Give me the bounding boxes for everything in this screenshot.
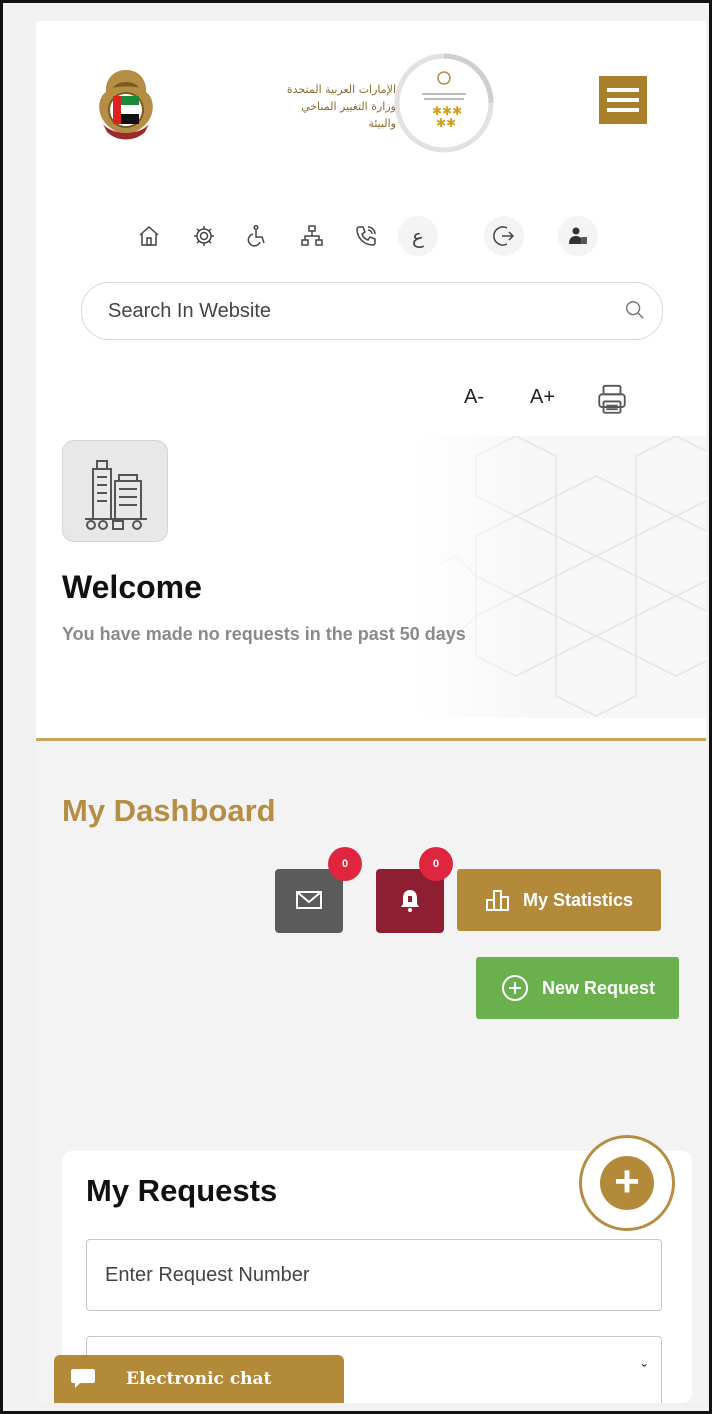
- uae-emblem-logo: [99, 70, 153, 140]
- bar-chart-icon: [485, 890, 509, 911]
- company-avatar: [62, 440, 168, 542]
- search-icon[interactable]: [624, 299, 646, 321]
- decrease-font-button[interactable]: A-: [464, 386, 484, 409]
- sitemap-icon[interactable]: [292, 216, 332, 256]
- accessibility-icon[interactable]: [237, 216, 277, 256]
- chat-bubble-icon: [71, 1369, 95, 1388]
- plus-circle-icon: [501, 975, 528, 1001]
- svg-text:✱✱: ✱✱: [436, 116, 456, 130]
- settings-icon[interactable]: [184, 216, 224, 256]
- hamburger-icon-bar: [607, 108, 639, 112]
- welcome-subtitle: You have made no requests in the past 50…: [62, 624, 466, 644]
- search-bar: [81, 282, 663, 340]
- user-profile-icon[interactable]: [558, 216, 598, 256]
- add-floating-button[interactable]: +: [579, 1135, 675, 1231]
- phone-icon[interactable]: [346, 216, 386, 256]
- new-request-button[interactable]: New Request: [476, 957, 679, 1019]
- award-emblem-logo: ✱✱✱ ✱✱: [394, 53, 494, 153]
- logo-line-1: الإمارات العربية المتحدة: [286, 83, 396, 96]
- divider: [36, 738, 706, 741]
- my-requests-title: My Requests: [86, 1173, 278, 1208]
- ministry-name-arabic: الإمارات العربية المتحدة وزارة التغيير ا…: [166, 81, 396, 132]
- plus-icon: +: [600, 1156, 654, 1210]
- dashboard-title: My Dashboard: [62, 793, 276, 828]
- language-label: ع: [412, 224, 424, 248]
- chevron-down-icon: ˇ: [641, 1363, 647, 1380]
- new-request-label: New Request: [541, 977, 656, 998]
- logo-line-2: وزارة التغيير المناخي: [301, 100, 396, 113]
- electronic-chat-label: Electronic chat: [126, 1369, 272, 1389]
- logo-line-3: والبيئة: [368, 117, 396, 130]
- my-statistics-label: My Statistics: [522, 889, 634, 910]
- mail-icon: [296, 890, 322, 909]
- toolbar: ع: [36, 216, 706, 256]
- hamburger-icon-bar: [607, 98, 639, 102]
- mail-count-badge: 0: [328, 847, 362, 881]
- welcome-title: Welcome: [62, 569, 202, 605]
- bell-icon: [401, 889, 419, 912]
- mobile-page: الإمارات العربية المتحدة وزارة التغيير ا…: [36, 21, 706, 1403]
- my-statistics-button[interactable]: My Statistics: [457, 869, 661, 931]
- messages-button[interactable]: [275, 869, 343, 933]
- menu-button[interactable]: [599, 76, 647, 124]
- arabic-language-icon[interactable]: ع: [398, 216, 438, 256]
- print-icon[interactable]: [595, 383, 629, 417]
- hamburger-icon: [607, 88, 639, 92]
- logout-icon[interactable]: [484, 216, 524, 256]
- notification-count-badge: 0: [419, 847, 453, 881]
- hexagon-pattern-background: [416, 436, 706, 718]
- request-number-input[interactable]: [86, 1239, 662, 1311]
- screen-frame: الإمارات العربية المتحدة وزارة التغيير ا…: [0, 0, 712, 1414]
- electronic-chat-button[interactable]: Electronic chat: [54, 1355, 344, 1403]
- increase-font-button[interactable]: A+: [530, 386, 555, 409]
- search-input[interactable]: [106, 296, 610, 326]
- building-icon: [85, 460, 147, 530]
- home-icon[interactable]: [129, 216, 169, 256]
